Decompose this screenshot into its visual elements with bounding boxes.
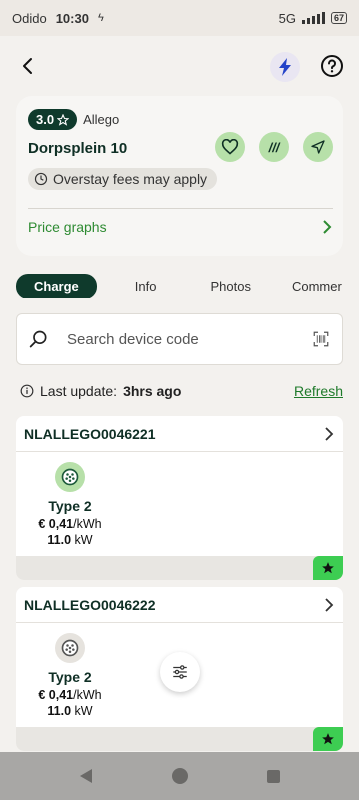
- connector-power: 11.0 kW: [36, 533, 104, 547]
- price-unit: /kWh: [73, 517, 102, 531]
- connector-power: 11.0 kW: [36, 704, 104, 718]
- slashes-icon: ///: [268, 139, 280, 155]
- star-outline-icon: [57, 113, 70, 126]
- search-icon: [29, 330, 47, 348]
- bolt-icon: [279, 58, 291, 76]
- overstay-fees-badge: Overstay fees may apply: [28, 168, 218, 190]
- connector-type: Type 2: [48, 498, 92, 514]
- tab-info[interactable]: Info: [135, 275, 157, 298]
- navigate-button[interactable]: [303, 132, 333, 162]
- station-name: Dorpsplein 10: [28, 140, 128, 157]
- tab-bar: Charge Info Photos Commer: [16, 274, 359, 298]
- overstay-fees-text: Overstay fees may apply: [53, 171, 208, 187]
- connector-type: Type 2: [48, 669, 92, 685]
- chevron-right-icon: [325, 597, 334, 612]
- connector-item[interactable]: Type 2 € 0,41/kWh 11.0 kW: [36, 633, 104, 718]
- charging-status-icon: ϟ: [97, 12, 104, 24]
- favorite-button[interactable]: [215, 132, 245, 162]
- star-icon: [322, 733, 334, 745]
- device-header[interactable]: NLALLEGO0046221: [16, 416, 343, 452]
- scan-code-icon[interactable]: [312, 330, 330, 348]
- sliders-icon: [173, 665, 187, 679]
- station-card: 3.0 Allego Dorpsplein 10 /// Overstay fe…: [16, 96, 343, 256]
- tab-comments[interactable]: Commer: [292, 275, 342, 298]
- battery-level: 67: [330, 12, 347, 24]
- device-footer: [16, 727, 343, 751]
- nav-recents-icon[interactable]: [266, 769, 281, 784]
- type2-plug-icon: [55, 633, 85, 663]
- filter-button[interactable]: [160, 652, 200, 692]
- card-divider: [28, 208, 333, 209]
- price-graphs-link[interactable]: Price graphs: [28, 219, 333, 235]
- last-update-label: Last update:: [40, 383, 118, 399]
- favorite-star-badge[interactable]: [313, 727, 343, 751]
- connector-price: € 0,41/kWh: [36, 688, 104, 702]
- chevron-right-icon: [325, 426, 334, 441]
- tab-charge[interactable]: Charge: [16, 274, 97, 298]
- clock-fee-icon: [34, 172, 48, 186]
- price-unit: /kWh: [73, 688, 102, 702]
- operator-name: Allego: [83, 112, 120, 127]
- help-icon[interactable]: [320, 54, 344, 78]
- network-type: 5G: [278, 10, 296, 26]
- status-bar: Odido 10:30 ϟ 5G 67: [0, 0, 359, 36]
- brand-button[interactable]: ///: [259, 132, 289, 162]
- station-actions: ///: [215, 132, 333, 162]
- last-update-row: Last update: 3hrs ago Refresh: [20, 383, 343, 399]
- power-unit: kW: [71, 533, 93, 547]
- power-unit: kW: [71, 704, 93, 718]
- heart-icon: [221, 139, 239, 155]
- connector-price: € 0,41/kWh: [36, 517, 104, 531]
- nav-back-icon[interactable]: [78, 768, 94, 784]
- bolt-button[interactable]: [270, 52, 300, 82]
- system-nav-bar: [0, 752, 359, 800]
- search-input[interactable]: Search device code: [67, 331, 199, 348]
- rating-row: 3.0 Allego: [28, 109, 119, 130]
- carrier-name: Odido: [12, 10, 47, 26]
- power-value: 11.0: [47, 533, 72, 547]
- info-icon: [20, 384, 34, 398]
- device-footer: [16, 556, 343, 580]
- top-bar: [0, 46, 359, 88]
- rating-value: 3.0: [36, 112, 55, 127]
- device-code: NLALLEGO0046222: [24, 596, 156, 613]
- favorite-star-badge[interactable]: [313, 556, 343, 580]
- signal-icon: [301, 12, 325, 24]
- last-update-value: 3hrs ago: [123, 383, 182, 399]
- clock-time: 10:30: [55, 10, 89, 26]
- device-card[interactable]: NLALLEGO0046221 Type 2 € 0,41/kWh 11.0 k…: [16, 416, 343, 580]
- device-search-field[interactable]: Search device code: [16, 313, 343, 365]
- star-icon: [322, 562, 334, 574]
- type2-plug-icon: [55, 462, 85, 492]
- price-graphs-label: Price graphs: [28, 219, 107, 235]
- price-value: € 0,41: [38, 517, 74, 531]
- nav-home-icon[interactable]: [171, 767, 189, 785]
- connector-item[interactable]: Type 2 € 0,41/kWh 11.0 kW: [36, 462, 104, 547]
- rating-badge[interactable]: 3.0: [28, 109, 78, 130]
- device-code: NLALLEGO0046221: [24, 425, 156, 442]
- refresh-link[interactable]: Refresh: [294, 383, 343, 399]
- chevron-right-icon: [323, 220, 332, 234]
- power-value: 11.0: [47, 704, 72, 718]
- navigation-arrow-icon: [311, 140, 325, 154]
- tab-photos[interactable]: Photos: [210, 275, 250, 298]
- price-value: € 0,41: [38, 688, 74, 702]
- back-arrow-icon[interactable]: [16, 54, 40, 78]
- device-header[interactable]: NLALLEGO0046222: [16, 587, 343, 623]
